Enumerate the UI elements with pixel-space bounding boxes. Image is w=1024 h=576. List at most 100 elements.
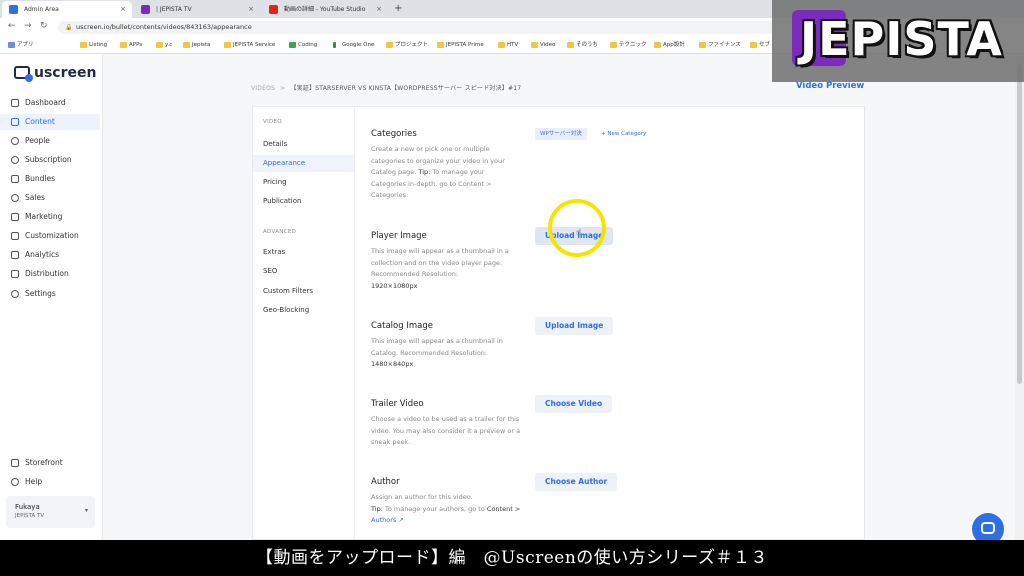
- bookmark-item[interactable]: JEPISTA Prime: [437, 41, 484, 50]
- upload-catalog-image-button[interactable]: Upload Image: [535, 317, 614, 335]
- bookmark-item[interactable]: そのうち: [567, 41, 598, 50]
- section-title: Catalog Image: [371, 321, 433, 331]
- player-image-section: Player Image This image will appear as a…: [371, 231, 521, 292]
- megaphone-icon: [11, 213, 19, 221]
- folder-icon: [120, 42, 127, 48]
- bookmark-item[interactable]: JEPISTA Service: [224, 41, 275, 50]
- bookmark-item[interactable]: Listing: [80, 41, 107, 50]
- code-icon: [289, 42, 296, 48]
- close-icon[interactable]: ×: [376, 1, 382, 18]
- reload-icon[interactable]: ↻: [40, 21, 48, 31]
- folder-icon: [156, 42, 163, 48]
- subnav-heading-video: VIDEO: [263, 119, 282, 125]
- subnav-item-publication[interactable]: Publication: [253, 193, 354, 210]
- author-section: Author Assign an author for this video. …: [371, 477, 521, 527]
- url-bar[interactable]: 🔒 uscreen.io/bullet/contents/videos/8431…: [58, 21, 778, 34]
- tab-youtube-studio[interactable]: 動画の詳細 - YouTube Studio ×: [262, 1, 388, 18]
- subnav-item-details[interactable]: Details: [253, 136, 354, 153]
- breadcrumb: VIDEOS > 【実証】STARSERVER VS KINSTA【WORDPR…: [251, 83, 521, 92]
- subnav-item-pricing[interactable]: Pricing: [253, 174, 354, 191]
- admin-app: uscreen Dashboard Content People Subscri…: [0, 54, 1024, 545]
- sidebar-item-subscription[interactable]: Subscription: [0, 152, 100, 168]
- bookmark-item[interactable]: y.c: [156, 41, 172, 50]
- subnav-item-extras[interactable]: Extras: [253, 244, 354, 261]
- bookmark-item[interactable]: HTV: [498, 41, 518, 50]
- tab-admin-area[interactable]: Admin Area ×: [2, 1, 132, 18]
- video-preview-link[interactable]: Video Preview: [796, 81, 864, 91]
- bookmark-item[interactable]: テクニック: [610, 41, 647, 50]
- bookmark-item[interactable]: セブ: [750, 41, 770, 50]
- section-title: Player Image: [371, 231, 427, 241]
- jepista-logo-overlay: JEPISTA: [772, 0, 1024, 82]
- new-category-button[interactable]: + New Category: [601, 128, 646, 140]
- section-description: Create a new or pick one or multiple cat…: [371, 145, 505, 199]
- sidebar-item-dashboard[interactable]: Dashboard: [0, 95, 100, 111]
- external-link-icon: ↗: [396, 516, 404, 524]
- subnav-item-custom-filters[interactable]: Custom Filters: [253, 283, 354, 300]
- sidebar-item-customization[interactable]: Customization: [0, 228, 100, 244]
- folder-icon: [183, 42, 190, 48]
- sidebar-item-bundles[interactable]: Bundles: [0, 171, 100, 187]
- bookmark-item[interactable]: ファイナンス: [699, 41, 741, 50]
- lock-icon: 🔒: [65, 24, 73, 31]
- category-tag[interactable]: WPサーバー対決: [535, 128, 587, 140]
- sidebar-item-storefront[interactable]: Storefront: [0, 455, 100, 471]
- user-org: JEPISTA TV: [15, 513, 45, 519]
- back-arrow-icon[interactable]: ←: [8, 21, 16, 31]
- choose-video-button[interactable]: Choose Video: [535, 395, 613, 413]
- close-icon[interactable]: ×: [120, 1, 126, 18]
- box-icon: [11, 175, 19, 183]
- choose-author-button[interactable]: Choose Author: [535, 473, 618, 491]
- sidebar-item-marketing[interactable]: Marketing: [0, 209, 100, 225]
- sidebar: uscreen Dashboard Content People Subscri…: [0, 54, 103, 540]
- sidebar-item-distribution[interactable]: Distribution: [0, 266, 100, 282]
- uscreen-logo-icon: [14, 66, 33, 82]
- dollar-icon: [11, 194, 19, 202]
- close-icon[interactable]: ×: [248, 1, 254, 18]
- bookmark-item[interactable]: Coding: [289, 41, 317, 50]
- bookmark-item[interactable]: アプリ: [8, 41, 34, 50]
- breadcrumb-separator: >: [280, 85, 286, 92]
- jepista-logo-text: JEPISTA: [800, 12, 1003, 66]
- page-scrollbar[interactable]: [1015, 54, 1024, 540]
- breadcrumb-videos[interactable]: VIDEOS: [251, 85, 275, 92]
- section-title: Author: [371, 477, 400, 487]
- folder-icon: [437, 42, 444, 48]
- bookmark-item[interactable]: APPs: [120, 41, 142, 50]
- section-description: This image will appear as a thumbnail in…: [371, 247, 509, 290]
- chat-bubble-icon: [981, 522, 995, 534]
- tab-jepista-tv[interactable]: | JEPISTA TV ×: [134, 1, 260, 18]
- sidebar-item-settings[interactable]: Settings: [0, 286, 100, 302]
- subnav-heading-advanced: ADVANCED: [263, 229, 297, 235]
- subnav-item-geo-blocking[interactable]: Geo-Blocking: [253, 302, 354, 319]
- bookmark-item[interactable]: App設計: [654, 41, 685, 50]
- brand-logo[interactable]: uscreen: [14, 66, 96, 82]
- sidebar-item-help[interactable]: Help: [0, 474, 100, 490]
- people-icon: [11, 137, 19, 145]
- bookmark-item[interactable]: Jepista: [183, 41, 210, 50]
- gear-icon: [11, 290, 19, 298]
- folder-icon: [531, 42, 538, 48]
- sidebar-item-sales[interactable]: Sales: [0, 190, 100, 206]
- edit-icon: [11, 232, 19, 240]
- jepista-favicon-icon: [141, 5, 150, 14]
- categories-section: Categories Create a new or pick one or m…: [371, 129, 521, 202]
- forward-arrow-icon[interactable]: →: [24, 21, 32, 31]
- new-tab-button[interactable]: +: [394, 1, 402, 17]
- sidebar-item-analytics[interactable]: Analytics: [0, 247, 100, 263]
- subnav-item-seo[interactable]: SEO: [253, 263, 354, 280]
- sidebar-item-people[interactable]: People: [0, 133, 100, 149]
- folder-icon: [654, 42, 661, 48]
- video-subnav: VIDEO Details Appearance Pricing Publica…: [253, 107, 355, 539]
- bookmark-item[interactable]: プロジェクト: [386, 41, 428, 50]
- bookmark-item[interactable]: Google One: [333, 41, 374, 50]
- bookmark-item[interactable]: Video: [531, 41, 555, 50]
- scrollbar-thumb[interactable]: [1017, 64, 1022, 384]
- account-switcher[interactable]: Fukaya JEPISTA TV ▾: [6, 496, 95, 528]
- dashboard-icon: [11, 99, 19, 107]
- section-title: Trailer Video: [371, 399, 424, 409]
- sidebar-item-content[interactable]: Content: [0, 114, 100, 130]
- subnav-item-appearance[interactable]: Appearance: [253, 155, 354, 172]
- folder-icon: [610, 42, 617, 48]
- authors-link[interactable]: Authors: [371, 516, 396, 524]
